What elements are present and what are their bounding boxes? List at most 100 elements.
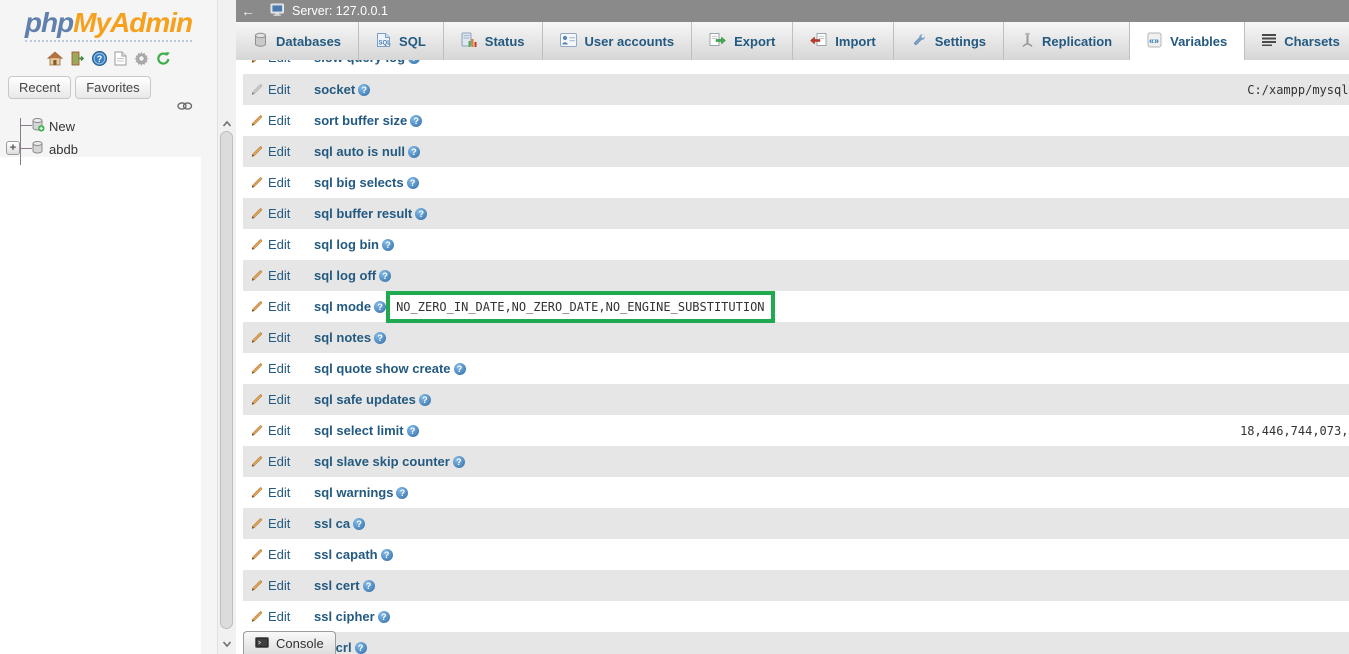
help-circle-icon[interactable]: ?	[92, 51, 107, 66]
help-icon[interactable]	[415, 208, 427, 220]
table-row: Edit socket C:/xampp/mysql/mysql.sock	[243, 74, 1349, 105]
scroll-down-icon[interactable]	[221, 637, 233, 649]
help-icon[interactable]	[378, 611, 390, 623]
help-icon[interactable]	[419, 394, 431, 406]
edit-link[interactable]: Edit	[250, 113, 306, 128]
docs-icon[interactable]	[114, 51, 127, 66]
tree-expander-abdb[interactable]	[6, 141, 20, 155]
edit-link[interactable]: Edit	[250, 423, 306, 438]
gear-icon[interactable]	[134, 51, 149, 66]
tree-item-abdb[interactable]: abdb	[31, 140, 78, 158]
variable-value: 18,446,744,073,709,551,616	[1240, 424, 1349, 438]
navigation-sidebar: phpMyAdmin ? Recent Favorites New abdb	[0, 0, 218, 654]
database-icon	[31, 140, 45, 158]
edit-link[interactable]: Edit	[250, 237, 306, 252]
help-icon[interactable]	[374, 332, 386, 344]
edit-link[interactable]: Edit	[250, 206, 306, 221]
help-icon[interactable]	[363, 580, 375, 592]
help-icon[interactable]	[382, 239, 394, 251]
edit-link[interactable]: Edit	[250, 330, 306, 345]
tab-import[interactable]: Import	[793, 22, 893, 60]
edit-link[interactable]: Edit	[250, 609, 306, 624]
help-icon[interactable]	[408, 146, 420, 158]
collapse-nav-arrow[interactable]: ←	[236, 3, 260, 19]
help-icon[interactable]	[381, 549, 393, 561]
tab-export[interactable]: Export	[692, 22, 793, 60]
charsets-icon	[1262, 33, 1276, 49]
tab-settings[interactable]: Settings	[894, 22, 1004, 60]
edit-link[interactable]: Edit	[250, 516, 306, 531]
tab-charsets[interactable]: Charsets	[1245, 22, 1349, 60]
edit-link[interactable]: Edit	[250, 82, 306, 97]
table-row: Edit ssl ca	[243, 508, 1349, 539]
help-icon[interactable]	[408, 60, 420, 64]
console-button[interactable]: Console	[243, 631, 336, 654]
edit-link[interactable]: Edit	[250, 299, 306, 314]
edit-link[interactable]: Edit	[250, 144, 306, 159]
help-icon[interactable]	[407, 425, 419, 437]
pencil-icon	[250, 300, 263, 313]
pencil-icon	[250, 424, 263, 437]
refresh-icon[interactable]	[156, 51, 171, 66]
tree-item-label: abdb	[49, 142, 78, 157]
variable-name: sql mode	[314, 299, 371, 314]
tab-user-accounts[interactable]: User accounts	[543, 22, 693, 60]
pencil-icon	[250, 145, 263, 158]
logo-php: php	[25, 7, 73, 38]
variable-name: ssl cert	[314, 578, 360, 593]
tab-databases[interactable]: Databases	[236, 22, 359, 60]
status-chart-icon	[461, 32, 477, 51]
help-icon[interactable]	[410, 115, 422, 127]
tab-sql[interactable]: SQL SQL	[359, 22, 444, 60]
tab-label: User accounts	[585, 34, 675, 49]
help-icon[interactable]	[358, 84, 370, 96]
recent-tab[interactable]: Recent	[8, 76, 71, 99]
scrollbar-thumb[interactable]	[220, 131, 233, 629]
help-icon[interactable]	[454, 363, 466, 375]
edit-link[interactable]: Edit	[250, 175, 306, 190]
tree-item-new[interactable]: New	[31, 117, 75, 135]
edit-link[interactable]: Edit	[250, 392, 306, 407]
svg-text:?: ?	[96, 54, 102, 64]
help-icon[interactable]	[453, 456, 465, 468]
edit-link[interactable]: Edit	[250, 547, 306, 562]
home-icon[interactable]	[47, 51, 63, 66]
pencil-icon	[250, 269, 263, 282]
tab-label: Export	[734, 34, 775, 49]
table-row: Edit sql buffer result OFF	[243, 198, 1349, 229]
server-breadcrumb[interactable]: Server: 127.0.0.1	[270, 3, 388, 20]
variable-name: sql log off	[314, 268, 376, 283]
pencil-icon	[250, 610, 263, 623]
edit-link[interactable]: Edit	[250, 485, 306, 500]
help-icon[interactable]	[353, 518, 365, 530]
edit-link[interactable]: Edit	[250, 60, 306, 65]
main-panel: ← Server: 127.0.0.1 Databases SQL SQL St…	[236, 0, 1349, 654]
phpmyadmin-logo[interactable]: phpMyAdmin	[25, 7, 192, 42]
edit-link[interactable]: Edit	[250, 578, 306, 593]
new-database-icon	[31, 117, 45, 135]
variables-table: Edit slow query log Edit socket C:/xampp…	[236, 60, 1349, 654]
tab-variables[interactable]: «» Variables	[1130, 22, 1245, 60]
variable-name: sql notes	[314, 330, 371, 345]
pencil-icon	[250, 83, 263, 96]
edit-link[interactable]: Edit	[250, 454, 306, 469]
tab-status[interactable]: Status	[444, 22, 543, 60]
tab-replication[interactable]: Replication	[1004, 22, 1130, 60]
sidebar-scrollbar[interactable]	[218, 0, 236, 654]
help-icon[interactable]	[407, 177, 419, 189]
link-icon[interactable]	[177, 98, 193, 116]
help-icon[interactable]	[379, 270, 391, 282]
edit-link[interactable]: Edit	[250, 361, 306, 376]
logout-icon[interactable]	[70, 51, 85, 66]
edit-link[interactable]: Edit	[250, 268, 306, 283]
pencil-icon	[250, 207, 263, 220]
scroll-up-icon[interactable]	[221, 117, 233, 129]
variable-name: sql auto is null	[314, 144, 405, 159]
console-label: Console	[276, 636, 324, 651]
favorites-tab[interactable]: Favorites	[75, 76, 150, 99]
replication-icon	[1021, 32, 1034, 51]
help-icon[interactable]	[396, 487, 408, 499]
help-icon[interactable]	[374, 301, 386, 313]
help-icon[interactable]	[355, 642, 367, 654]
highlighted-value-box: NO_ZERO_IN_DATE,NO_ZERO_DATE,NO_ENGINE_S…	[386, 291, 774, 323]
